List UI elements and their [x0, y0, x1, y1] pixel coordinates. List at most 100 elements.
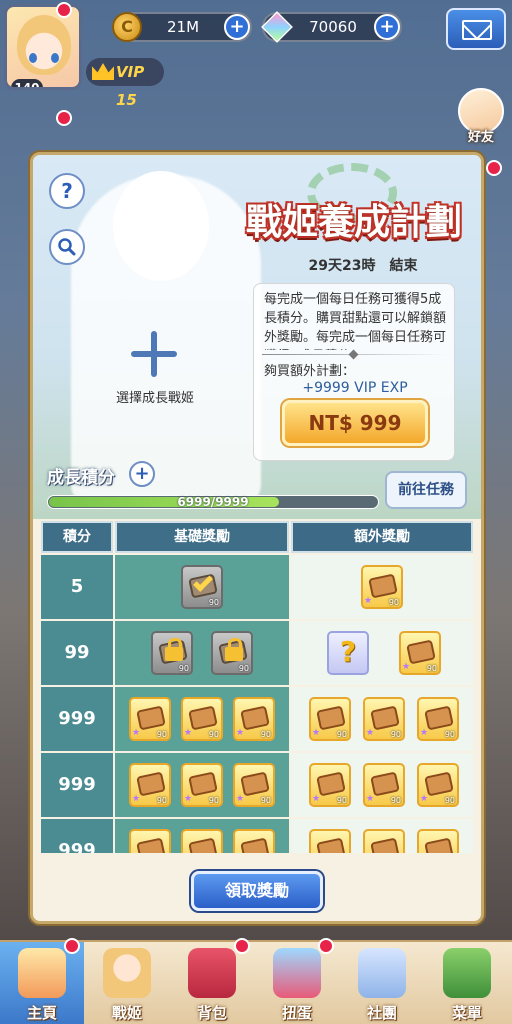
nav-bag[interactable]: 背包 [170, 942, 254, 1024]
star-icon: ★ [312, 794, 321, 804]
home-icon [18, 948, 66, 998]
extra-reward-cell: ★ 90 ★ 90 ★ 90 [291, 753, 473, 817]
player-avatar[interactable]: 140 [4, 4, 82, 90]
select-character-label[interactable]: 選擇成長戰姬 [95, 387, 215, 406]
extra-reward-cell: ★ 90 ★ 90 ★ 90 [291, 687, 473, 751]
reward-item[interactable]: ★ 90 [399, 631, 441, 675]
nav-label: 戰姬 [111, 1004, 142, 1022]
reward-item[interactable]: ★ 90 [309, 763, 351, 807]
reward-item[interactable]: ★ 90 [361, 565, 403, 609]
item-quantity: 90 [238, 664, 249, 673]
table-row: 5 90 ★ 90 [41, 555, 473, 621]
nav-label: 菜單 [451, 1004, 482, 1022]
vip-badge[interactable]: VIP 15 [86, 58, 164, 109]
event-timer: 29天23時 結束 [308, 258, 418, 274]
lock-icon [225, 638, 243, 661]
row-score: 99 [41, 621, 113, 685]
item-quantity: 90 [444, 730, 455, 739]
reward-item[interactable] [233, 829, 275, 853]
reward-item-claimed[interactable]: 90 [181, 565, 223, 609]
star-icon: ★ [184, 728, 193, 738]
claim-rewards-button[interactable]: 領取獎勵 [191, 871, 323, 911]
scroll-icon [424, 771, 454, 797]
question-mark-icon: ? [339, 635, 357, 668]
reward-item[interactable] [129, 829, 171, 853]
reward-item[interactable]: ★ 90 [363, 697, 405, 741]
item-quantity: 90 [156, 796, 167, 805]
basic-reward-cell: 90 [115, 555, 289, 619]
reward-item[interactable]: ★ 90 [363, 763, 405, 807]
extra-reward-cell: ? ★ 90 [291, 621, 473, 685]
reward-item[interactable] [309, 829, 351, 853]
mail-button[interactable] [446, 8, 506, 50]
scroll-icon [136, 705, 166, 731]
nav-notification-dot [64, 938, 80, 954]
header-score: 積分 [41, 521, 113, 553]
club-icon [358, 948, 406, 998]
top-bar: 140 C 21M + 70060 + [0, 0, 512, 90]
gem-counter: 70060 + [261, 11, 402, 43]
table-row: 99 90 90 ? ★ 90 [41, 621, 473, 687]
avatar-eye-left [29, 53, 37, 63]
mystery-reward-item[interactable]: ? [327, 631, 369, 675]
scroll-icon [368, 573, 398, 599]
nav-club[interactable]: 社團 [340, 942, 424, 1024]
reward-item[interactable]: ★ 90 [233, 763, 275, 807]
table-row: 999 ★ 90 ★ 90 ★ 90 ★ 90 ★ 90 ★ 90 [41, 687, 473, 753]
star-icon: ★ [366, 728, 375, 738]
reward-item-locked[interactable]: 90 [211, 631, 253, 675]
row-score: 999 [41, 687, 113, 751]
rewards-table[interactable]: 積分 基礎獎勵 額外獎勵 5 90 ★ 90 99 90 90 ? ★ 90 9… [41, 519, 473, 853]
nav-gacha[interactable]: 扭蛋 [255, 942, 339, 1024]
item-quantity: 90 [260, 730, 271, 739]
nav-label: 背包 [196, 1004, 227, 1022]
help-button[interactable]: ? [49, 173, 85, 209]
scroll-icon [316, 837, 346, 853]
select-character-plus-icon[interactable] [131, 331, 177, 377]
star-icon: ★ [312, 728, 321, 738]
buy-extra-plan-label: 夠買額外計劃： [264, 364, 356, 379]
zoom-button[interactable] [49, 229, 85, 265]
nav-notification-dot [234, 938, 250, 954]
side-notification-dot [486, 160, 502, 176]
nav-menu[interactable]: 菜單 [425, 942, 509, 1024]
coin-amount: 21M [166, 18, 200, 36]
character-icon [103, 948, 151, 998]
gacha-machine-icon [273, 948, 321, 998]
reward-item[interactable]: ★ 90 [129, 763, 171, 807]
item-quantity: 90 [390, 730, 401, 739]
friends-button[interactable]: 好友 [456, 88, 506, 145]
reward-item[interactable]: ★ 90 [181, 697, 223, 741]
reward-item[interactable]: ★ 90 [417, 763, 459, 807]
nav-characters[interactable]: 戰姬 [85, 942, 169, 1024]
item-quantity: 90 [426, 664, 437, 673]
nav-notification-dot [318, 938, 334, 954]
reward-item[interactable] [363, 829, 405, 853]
add-coins-button[interactable]: + [224, 14, 250, 40]
reward-item[interactable] [417, 829, 459, 853]
star-icon: ★ [420, 794, 429, 804]
star-icon: ★ [420, 728, 429, 738]
growth-points-label: 成長積分 [47, 468, 115, 488]
reward-item[interactable]: ★ 90 [181, 763, 223, 807]
reward-item[interactable]: ★ 90 [417, 697, 459, 741]
divider-diamond [348, 349, 359, 360]
reward-item[interactable]: ★ 90 [129, 697, 171, 741]
scroll-icon [370, 705, 400, 731]
reward-item[interactable]: ★ 90 [309, 697, 351, 741]
add-growth-points-button[interactable]: + [129, 461, 155, 487]
star-icon: ★ [236, 794, 245, 804]
add-gems-button[interactable]: + [374, 14, 400, 40]
nav-home[interactable]: 主頁 [0, 942, 84, 1024]
row-score: 5 [41, 555, 113, 619]
gem-amount: 70060 [309, 18, 357, 36]
avatar-portrait [17, 15, 71, 75]
goto-tasks-button[interactable]: 前往任務 [385, 471, 467, 509]
star-icon: ★ [236, 728, 245, 738]
backpack-icon [188, 948, 236, 998]
reward-item[interactable] [181, 829, 223, 853]
purchase-button[interactable]: NT$ 999 [282, 400, 428, 446]
reward-item-locked[interactable]: 90 [151, 631, 193, 675]
reward-item[interactable]: ★ 90 [233, 697, 275, 741]
growth-plan-panel: ? 選擇成長戰姬 戰姬養成計劃 29天23時 結束 每完成一個每日任務可獲得5成… [30, 152, 484, 924]
